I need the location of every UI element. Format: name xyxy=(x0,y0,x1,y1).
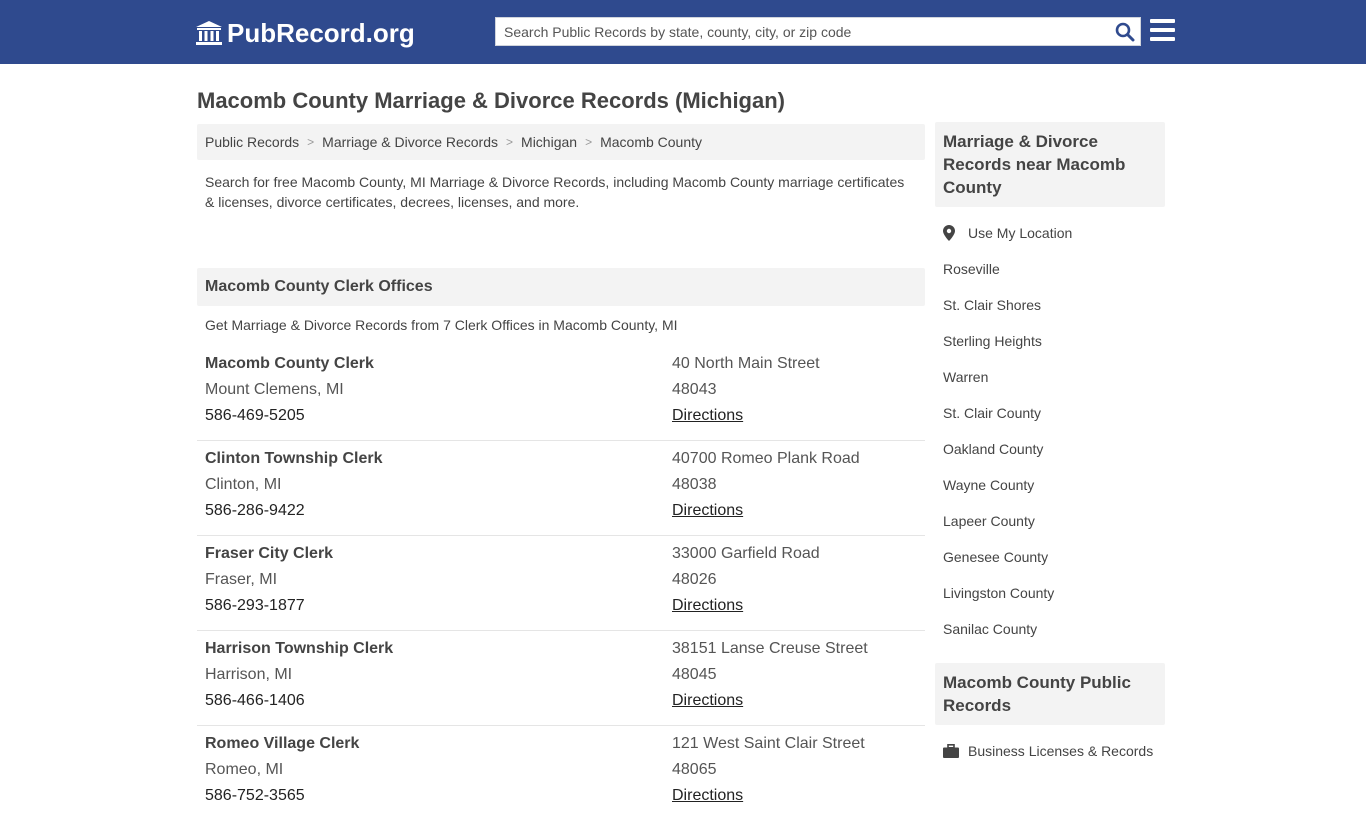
office-name[interactable]: Romeo Village Clerk xyxy=(205,731,672,757)
nearby-link-st-clair-county[interactable]: St. Clair County xyxy=(943,395,1165,431)
clerk-office-list: Macomb County Clerk Mount Clemens, MI 58… xyxy=(197,346,925,821)
office-phone[interactable]: 586-469-5205 xyxy=(205,403,672,429)
main-content: Public Records > Marriage & Divorce Reco… xyxy=(197,124,925,821)
office-street: 121 West Saint Clair Street xyxy=(672,735,865,752)
nearby-link-livingston-county[interactable]: Livingston County xyxy=(943,575,1165,611)
clerk-office-item: Fraser City Clerk Fraser, MI 586-293-187… xyxy=(197,536,925,631)
office-name[interactable]: Macomb County Clerk xyxy=(205,351,672,377)
office-zip: 48038 xyxy=(672,476,717,493)
directions-link[interactable]: Directions xyxy=(672,692,743,709)
directions-link[interactable]: Directions xyxy=(672,502,743,519)
clerk-office-item: Romeo Village Clerk Romeo, MI 586-752-35… xyxy=(197,726,925,821)
office-zip: 48065 xyxy=(672,761,717,778)
breadcrumb-separator: > xyxy=(307,135,315,149)
nearby-link-lapeer-county[interactable]: Lapeer County xyxy=(943,503,1165,539)
breadcrumb-separator: > xyxy=(585,135,593,149)
nearby-link-warren[interactable]: Warren xyxy=(943,359,1165,395)
business-licenses-link[interactable]: Business Licenses & Records xyxy=(943,733,1165,769)
nearby-link-st-clair-shores[interactable]: St. Clair Shores xyxy=(943,287,1165,323)
site-logo[interactable]: PubRecord.org xyxy=(195,17,415,49)
search-icon[interactable] xyxy=(1110,18,1140,45)
office-phone[interactable]: 586-466-1406 xyxy=(205,688,672,714)
nearby-link-roseville[interactable]: Roseville xyxy=(943,251,1165,287)
nearby-heading: Marriage & Divorce Records near Macomb C… xyxy=(935,122,1165,207)
breadcrumb-marriage-divorce[interactable]: Marriage & Divorce Records xyxy=(322,134,498,150)
office-name[interactable]: Harrison Township Clerk xyxy=(205,636,672,662)
office-phone[interactable]: 586-752-3565 xyxy=(205,783,672,809)
office-street: 40700 Romeo Plank Road xyxy=(672,450,860,467)
breadcrumb-separator: > xyxy=(506,135,514,149)
office-phone[interactable]: 586-286-9422 xyxy=(205,498,672,524)
nearby-link-oakland-county[interactable]: Oakland County xyxy=(943,431,1165,467)
office-zip: 48026 xyxy=(672,571,717,588)
intro-text: Search for free Macomb County, MI Marria… xyxy=(205,174,905,210)
office-zip: 48045 xyxy=(672,666,717,683)
nearby-link-genesee-county[interactable]: Genesee County xyxy=(943,539,1165,575)
office-name[interactable]: Fraser City Clerk xyxy=(205,541,672,567)
courthouse-icon xyxy=(196,21,222,45)
directions-link[interactable]: Directions xyxy=(672,407,743,424)
office-city: Mount Clemens, MI xyxy=(205,381,344,398)
map-marker-icon xyxy=(943,225,959,241)
clerk-offices-subtitle: Get Marriage & Divorce Records from 7 Cl… xyxy=(205,317,678,333)
public-records-list: Business Licenses & Records xyxy=(935,725,1165,779)
office-zip: 48043 xyxy=(672,381,717,398)
public-records-heading: Macomb County Public Records xyxy=(935,663,1165,725)
office-name[interactable]: Clinton Township Clerk xyxy=(205,446,672,472)
sidebar: Marriage & Divorce Records near Macomb C… xyxy=(935,122,1165,779)
clerk-office-item: Harrison Township Clerk Harrison, MI 586… xyxy=(197,631,925,726)
office-street: 33000 Garfield Road xyxy=(672,545,820,562)
breadcrumb-macomb-county[interactable]: Macomb County xyxy=(600,134,702,150)
page-title: Macomb County Marriage & Divorce Records… xyxy=(197,88,785,113)
breadcrumb-michigan[interactable]: Michigan xyxy=(521,134,577,150)
clerk-office-item: Macomb County Clerk Mount Clemens, MI 58… xyxy=(197,346,925,441)
office-city: Harrison, MI xyxy=(205,666,293,683)
use-my-location-link[interactable]: Use My Location xyxy=(943,215,1165,251)
office-city: Clinton, MI xyxy=(205,476,282,493)
clerk-offices-heading: Macomb County Clerk Offices xyxy=(197,268,925,306)
clerk-office-item: Clinton Township Clerk Clinton, MI 586-2… xyxy=(197,441,925,536)
search-bar xyxy=(495,17,1141,46)
nearby-link-sanilac-county[interactable]: Sanilac County xyxy=(943,611,1165,647)
briefcase-icon xyxy=(943,744,959,758)
search-input[interactable] xyxy=(496,18,1110,45)
nearby-link-wayne-county[interactable]: Wayne County xyxy=(943,467,1165,503)
directions-link[interactable]: Directions xyxy=(672,597,743,614)
breadcrumb-public-records[interactable]: Public Records xyxy=(205,134,299,150)
office-street: 38151 Lanse Creuse Street xyxy=(672,640,868,657)
office-phone[interactable]: 586-293-1877 xyxy=(205,593,672,619)
business-licenses-label: Business Licenses & Records xyxy=(968,743,1154,759)
site-header: PubRecord.org xyxy=(0,0,1366,64)
use-my-location-label: Use My Location xyxy=(968,225,1073,241)
office-street: 40 North Main Street xyxy=(672,355,820,372)
hamburger-menu-icon[interactable] xyxy=(1150,19,1175,41)
nearby-link-sterling-heights[interactable]: Sterling Heights xyxy=(943,323,1165,359)
office-city: Romeo, MI xyxy=(205,761,284,778)
directions-link[interactable]: Directions xyxy=(672,787,743,804)
office-city: Fraser, MI xyxy=(205,571,278,588)
breadcrumb: Public Records > Marriage & Divorce Reco… xyxy=(197,124,925,160)
logo-text: PubRecord.org xyxy=(227,17,415,48)
nearby-list: Use My Location Roseville St. Clair Shor… xyxy=(935,207,1165,657)
